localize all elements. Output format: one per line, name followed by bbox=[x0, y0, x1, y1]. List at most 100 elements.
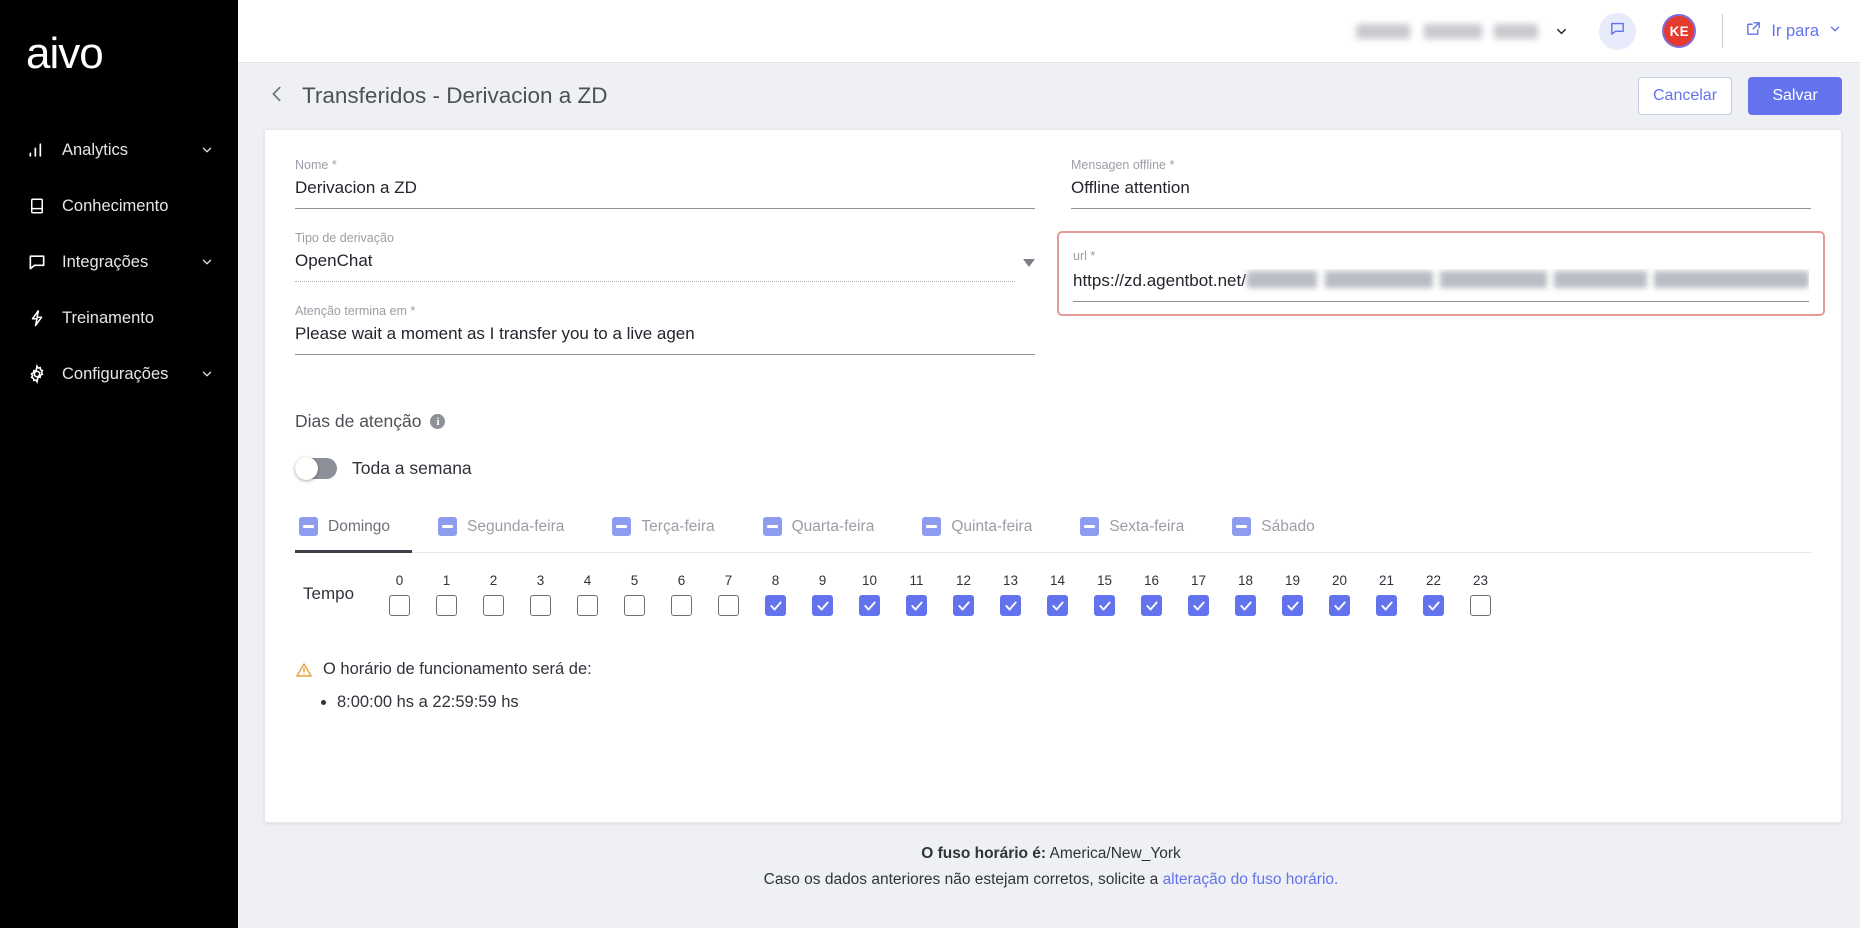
tab-segunda-feira[interactable]: Segunda-feira bbox=[434, 517, 586, 553]
checkbox-indeterminate-icon[interactable] bbox=[1232, 517, 1252, 536]
hour-label: 1 bbox=[442, 573, 451, 588]
hour-column: 19 bbox=[1269, 573, 1316, 616]
whole-week-toggle[interactable] bbox=[295, 457, 337, 480]
hour-checkbox[interactable] bbox=[1047, 595, 1069, 616]
hour-checkbox[interactable] bbox=[483, 595, 505, 616]
cancel-button[interactable]: Cancelar bbox=[1638, 77, 1732, 115]
field-mensagem-offline: Mensagen offline * Offline attention bbox=[1071, 158, 1811, 209]
chat-button[interactable] bbox=[1599, 12, 1637, 50]
day-tab-label: Quinta-feira bbox=[951, 517, 1033, 535]
field-label: Atenção termina em * bbox=[295, 304, 416, 318]
checkbox-indeterminate-icon[interactable] bbox=[922, 517, 942, 536]
hour-checkbox[interactable] bbox=[812, 595, 834, 616]
avatar[interactable]: KE bbox=[1662, 14, 1697, 48]
main-area: KE Ir para Transferidos - Derivacion a Z… bbox=[238, 0, 1860, 928]
hour-checkbox[interactable] bbox=[1094, 595, 1116, 616]
day-tab-label: Sábado bbox=[1261, 517, 1315, 535]
hour-checkbox[interactable] bbox=[953, 595, 975, 616]
checkbox-indeterminate-icon[interactable] bbox=[762, 517, 782, 536]
sidebar-item-configuracoes[interactable]: Configurações bbox=[0, 346, 238, 402]
sidebar-item-treinamento[interactable]: Treinamento bbox=[0, 290, 238, 346]
tab-domingo[interactable]: Domingo bbox=[295, 517, 413, 553]
sidebar-item-label: Integrações bbox=[62, 252, 149, 271]
sidebar-item-conhecimento[interactable]: Conhecimento bbox=[0, 178, 238, 234]
hour-checkbox[interactable] bbox=[1329, 595, 1351, 616]
info-icon[interactable]: i bbox=[430, 414, 446, 429]
go-to-button[interactable]: Ir para bbox=[1745, 20, 1842, 42]
hour-checkbox[interactable] bbox=[1376, 595, 1398, 616]
hour-checkbox[interactable] bbox=[1423, 595, 1445, 616]
checkbox-indeterminate-icon[interactable] bbox=[299, 517, 318, 536]
sidebar-item-analytics[interactable]: Analytics bbox=[0, 122, 238, 178]
hour-column: 6 bbox=[658, 573, 705, 616]
hour-column: 18 bbox=[1222, 573, 1269, 616]
hour-checkbox[interactable] bbox=[671, 595, 693, 616]
timezone-note: Caso os dados anteriores não estejam cor… bbox=[238, 871, 1860, 889]
hour-checkbox[interactable] bbox=[1000, 595, 1022, 616]
tab-sabado[interactable]: Sábado bbox=[1228, 517, 1336, 553]
settings-card: Nome * Derivacion a ZD Tipo de derivação… bbox=[264, 129, 1842, 823]
hour-checkbox[interactable] bbox=[530, 595, 552, 616]
url-token-redacted bbox=[1246, 271, 1809, 288]
hour-label: 21 bbox=[1379, 573, 1395, 588]
mensagem-offline-input[interactable]: Offline attention bbox=[1071, 178, 1811, 209]
hour-column: 0 bbox=[376, 573, 423, 616]
timezone-value: America/New_York bbox=[1049, 845, 1181, 862]
nome-input[interactable]: Derivacion a ZD bbox=[295, 178, 1035, 209]
hour-column: 7 bbox=[705, 573, 752, 616]
url-input[interactable]: https://zd.agentbot.net/ bbox=[1073, 269, 1809, 302]
warning-item: 8:00:00 hs a 22:59:59 hs bbox=[337, 689, 1811, 715]
hour-checkbox[interactable] bbox=[859, 595, 881, 616]
sidebar: aivo Analytics Conhecimento Integrações … bbox=[0, 0, 238, 928]
checkbox-indeterminate-icon[interactable] bbox=[438, 517, 458, 536]
top-bar: KE Ir para bbox=[238, 0, 1860, 63]
page-title: Transferidos - Derivacion a ZD bbox=[302, 83, 608, 108]
hour-checkbox-group: 0 1 2 3 4 5 6 7 8 9 10 11 12 13 14 15 16 17 18 19 20 21 22 23 bbox=[376, 573, 1504, 616]
field-tipo-derivacao: Tipo de derivação OpenChat bbox=[295, 231, 1035, 282]
hour-checkbox[interactable] bbox=[1188, 595, 1210, 616]
back-button[interactable] bbox=[264, 83, 290, 109]
save-button[interactable]: Salvar bbox=[1748, 77, 1842, 115]
chevron-down-icon bbox=[200, 367, 214, 381]
atencao-input[interactable]: Please wait a moment as I transfer you t… bbox=[295, 324, 1035, 355]
tab-quinta-feira[interactable]: Quinta-feira bbox=[918, 517, 1054, 553]
hour-checkbox[interactable] bbox=[765, 595, 787, 616]
hour-checkbox[interactable] bbox=[1470, 595, 1492, 616]
hour-checkbox[interactable] bbox=[718, 595, 740, 616]
tab-quarta-feira[interactable]: Quarta-feira bbox=[759, 517, 897, 553]
hour-label: 17 bbox=[1191, 573, 1207, 588]
checkbox-indeterminate-icon[interactable] bbox=[1080, 517, 1100, 536]
warning-items: 8:00:00 hs a 22:59:59 hs bbox=[337, 689, 1811, 715]
tab-sexta-feira[interactable]: Sexta-feira bbox=[1076, 517, 1206, 553]
timezone-note-text: Caso os dados anteriores não estejam cor… bbox=[763, 871, 1163, 888]
hour-label: 4 bbox=[583, 573, 592, 588]
account-selector[interactable] bbox=[1356, 23, 1569, 39]
hour-label: 3 bbox=[536, 573, 545, 588]
dropdown-caret-icon bbox=[1023, 254, 1035, 272]
hour-checkbox[interactable] bbox=[906, 595, 928, 616]
sidebar-nav: Analytics Conhecimento Integrações Trein… bbox=[0, 122, 238, 402]
sidebar-item-integracoes[interactable]: Integrações bbox=[0, 234, 238, 290]
hour-column: 22 bbox=[1410, 573, 1457, 616]
day-tab-label: Terça-feira bbox=[641, 517, 715, 535]
hour-checkbox[interactable] bbox=[436, 595, 458, 616]
hour-checkbox[interactable] bbox=[624, 595, 646, 616]
hour-label: 2 bbox=[489, 573, 498, 588]
tipo-select[interactable]: OpenChat bbox=[295, 251, 1035, 282]
checkbox-indeterminate-icon[interactable] bbox=[612, 517, 632, 536]
tab-terca-feira[interactable]: Terça-feira bbox=[608, 517, 736, 553]
hour-checkbox[interactable] bbox=[1141, 595, 1163, 616]
hour-column: 10 bbox=[846, 573, 893, 616]
warning-text: O horário de funcionamento será de: bbox=[323, 660, 592, 678]
day-tab-label: Domingo bbox=[328, 517, 391, 535]
field-atencao-termina: Atenção termina em * Please wait a momen… bbox=[295, 304, 1035, 355]
sidebar-item-label: Configurações bbox=[62, 364, 169, 383]
timezone-change-link[interactable]: alteração do fuso horário. bbox=[1163, 871, 1339, 888]
hour-checkbox[interactable] bbox=[577, 595, 599, 616]
hour-checkbox[interactable] bbox=[389, 595, 411, 616]
hour-label: 20 bbox=[1332, 573, 1348, 588]
hour-checkbox[interactable] bbox=[1282, 595, 1304, 616]
hour-label: 6 bbox=[677, 573, 686, 588]
hour-checkbox[interactable] bbox=[1235, 595, 1257, 616]
hour-label: 22 bbox=[1426, 573, 1442, 588]
